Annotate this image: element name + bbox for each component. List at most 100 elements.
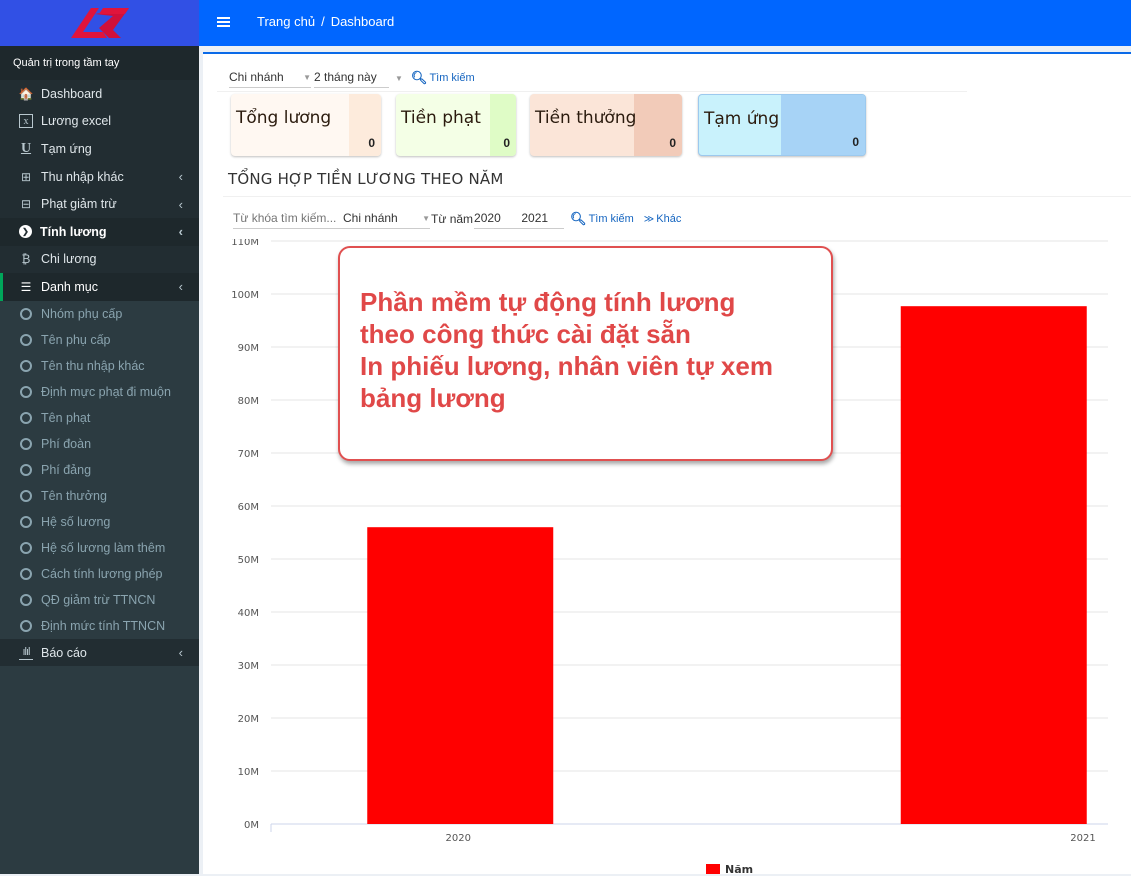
bar-chart-icon: ılıl: [19, 646, 33, 660]
card-label: Tiền thưởng: [535, 108, 637, 128]
chevron-left-icon: ‹: [178, 169, 183, 185]
submenu-item[interactable]: Nhóm phụ cấp: [0, 301, 199, 327]
main-content: Chi nhánh ▼ 2 tháng này ▼ 🔍︎ Tìm kiếm Tổ…: [203, 52, 1131, 876]
submenu-item[interactable]: QĐ giảm trừ TTNCN: [0, 587, 199, 613]
card-value: 0: [852, 135, 859, 149]
sidebar-item-excel-file[interactable]: x Lương excel: [0, 107, 199, 136]
submenu-item-label: Phí đảng: [41, 462, 92, 477]
sidebar-item-label: Phạt giảm trừ: [41, 197, 117, 212]
breadcrumb-current: Dashboard: [330, 14, 395, 29]
submenu-item-label: Hệ số lương làm thêm: [41, 540, 166, 555]
y-tick-label: 90M: [238, 343, 259, 354]
circle-icon: [20, 463, 32, 476]
branch-select[interactable]: Chi nhánh: [343, 211, 416, 225]
minus-square-icon: ⊟: [20, 197, 32, 212]
sidebar: Quản trị trong tầm tay 🏠 Dashboard x Lương …: [0, 0, 199, 874]
submenu-item[interactable]: Phí đảng: [0, 457, 199, 483]
summary-card[interactable]: Tiền thưởng 0: [530, 94, 682, 156]
y-tick-label: 70M: [238, 449, 259, 460]
submenu-item[interactable]: Định mức tính TTNCN: [0, 613, 199, 639]
sidebar-item-bitcoin[interactable]: ₿ Chi lương: [0, 245, 199, 274]
app-slogan: Quản trị trong tầm tay: [0, 46, 199, 80]
danh-muc-submenu: Nhóm phụ cấp Tên phụ cấp Tên thu nhập khác…: [0, 300, 199, 639]
year-range-input[interactable]: 2020 2021: [474, 209, 565, 229]
chevron-left-icon: ‹: [178, 279, 183, 295]
submenu-item[interactable]: Định mực phạt đi muộn: [0, 379, 199, 405]
submenu-item-label: Định mức tính TTNCN: [41, 618, 166, 633]
branch-select-value: Chi nhánh: [229, 70, 284, 84]
submenu-item-label: Hệ số lương: [41, 514, 111, 529]
top-search-button[interactable]: 🔍︎ Tìm kiếm: [411, 70, 475, 86]
sidebar-item-label: Tính lương: [40, 224, 107, 239]
bitcoin-icon: ₿: [21, 252, 31, 267]
sidebar-item-label: Báo cáo: [41, 645, 87, 660]
sidebar-item-plus-square[interactable]: ⊞ Thu nhập khác ‹: [0, 162, 199, 191]
circle-icon: [20, 567, 32, 580]
circle-icon: [20, 437, 32, 450]
section-title: TỔNG HỢP TIỀN LƯƠNG THEO NĂM: [228, 170, 504, 188]
circle-icon: [20, 411, 32, 424]
y-tick-label: 60M: [238, 502, 259, 513]
top-search-label: Tìm kiếm: [429, 72, 475, 84]
plus-square-icon: ⊞: [20, 169, 32, 184]
sidebar-item-minus-square[interactable]: ⊟ Phạt giảm trừ ‹: [0, 190, 199, 218]
card-label: Tiền phạt: [401, 108, 481, 128]
card-label: Tạm ứng: [704, 109, 780, 129]
underline-icon: U: [20, 140, 32, 156]
circle-icon: [20, 307, 32, 320]
chart-filter-bar: Chi nhánh ▼ Từ năm 2020 2021 🔍︎ Tìm kiếm…: [233, 209, 681, 229]
submenu-item-label: Tên thu nhập khác: [41, 358, 145, 373]
submenu-item[interactable]: Hệ số lương: [0, 509, 199, 535]
logo[interactable]: [0, 0, 199, 46]
chevron-left-icon: ‹: [178, 224, 183, 240]
submenu-item[interactable]: Phí đoàn: [0, 431, 199, 457]
submenu-item[interactable]: Tên thưởng: [0, 483, 199, 509]
divider: [217, 91, 967, 92]
legend-label: Năm: [725, 863, 753, 876]
submenu-item-label: QĐ giảm trừ TTNCN: [41, 592, 156, 607]
caret-down-icon: ▼: [303, 72, 311, 82]
period-select[interactable]: 2 tháng này: [314, 68, 389, 88]
divider: [223, 196, 1131, 197]
branch-select-value: Chi nhánh: [343, 211, 398, 225]
sidebar-item-home[interactable]: 🏠 Dashboard: [0, 80, 199, 108]
submenu-item[interactable]: Tên phạt: [0, 405, 199, 431]
submenu-item[interactable]: Tên thu nhập khác: [0, 353, 199, 379]
circle-icon: [20, 541, 32, 554]
bar-2021: [900, 306, 1087, 824]
summary-card[interactable]: Tiền phạt 0: [396, 94, 516, 156]
submenu-item[interactable]: Cách tính lương phép: [0, 561, 199, 587]
circle-icon: [20, 593, 32, 606]
y-tick-label: 50M: [238, 555, 259, 566]
sidebar-menu: 🏠 Dashboard x Lương excel U Tạm ứng ⊞ Thu nhập …: [0, 80, 199, 667]
breadcrumb-home[interactable]: Trang chủ: [257, 14, 315, 29]
submenu-item-label: Cách tính lương phép: [41, 566, 163, 581]
submenu-item-label: Tên phạt: [41, 410, 91, 425]
submenu-item[interactable]: Hệ số lương làm thêm: [0, 535, 199, 561]
submenu-item-label: Nhóm phụ cấp: [41, 306, 123, 321]
submenu-item[interactable]: Tên phụ cấp: [0, 327, 199, 353]
card-value: 0: [368, 136, 375, 150]
sidebar-item-underline[interactable]: U Tạm ứng: [0, 135, 199, 163]
chart-search-button[interactable]: 🔍︎ Tìm kiếm: [570, 211, 634, 227]
sidebar-item-report[interactable]: ılıl Báo cáo ‹: [0, 638, 199, 667]
keyword-input[interactable]: [233, 211, 343, 225]
sidebar-item-label: Lương excel: [41, 114, 112, 129]
summary-card[interactable]: Tạm ứng 0: [698, 94, 866, 156]
circle-icon: [20, 333, 32, 346]
hamburger-icon[interactable]: [217, 17, 230, 27]
sidebar-item-chevron-circle-right[interactable]: ❯ Tính lương ‹: [0, 217, 199, 246]
more-filters-button[interactable]: ≫ Khác: [644, 213, 682, 225]
excel-file-icon: x: [19, 114, 33, 129]
card-value: 0: [503, 136, 510, 150]
from-year-value: 2020: [474, 211, 501, 225]
double-chevron-down-icon: ≫: [643, 213, 655, 225]
branch-select[interactable]: Chi nhánh ▼: [229, 68, 311, 88]
circle-icon: [20, 619, 32, 632]
card-accent: [349, 94, 381, 156]
y-tick-label: 80M: [238, 396, 259, 407]
sidebar-item-list[interactable]: ☰ Danh mục ‹: [0, 273, 199, 301]
card-label: Tổng lương: [236, 108, 332, 128]
summary-card[interactable]: Tổng lương 0: [231, 94, 381, 156]
more-filters-label: Khác: [656, 213, 682, 225]
